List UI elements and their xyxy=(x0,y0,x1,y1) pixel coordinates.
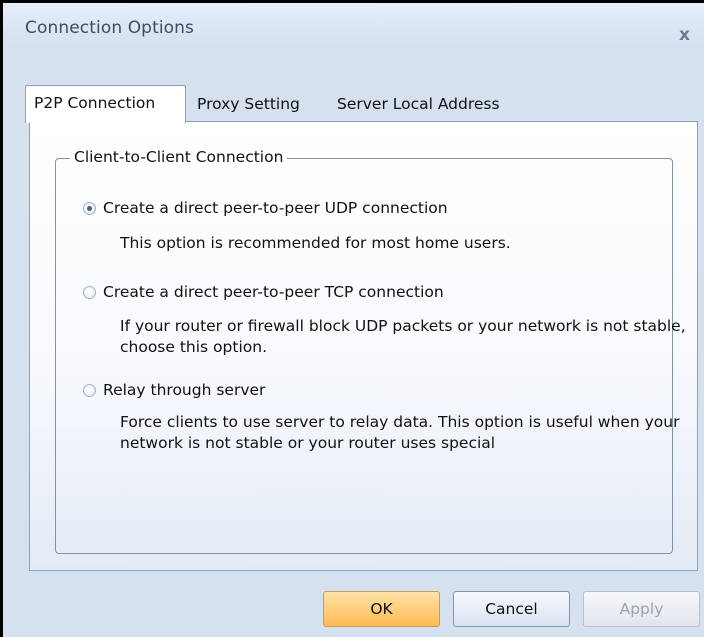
tcp-option-description: If your router or firewall block UDP pac… xyxy=(120,317,686,356)
connection-options-dialog: Connection Options x P2P Connection Prox… xyxy=(0,0,704,637)
relay-option-label[interactable]: Relay through server xyxy=(103,380,265,400)
relay-radio[interactable] xyxy=(83,384,96,397)
tab-proxy-setting[interactable]: Proxy Setting xyxy=(197,94,300,114)
ok-button[interactable]: OK xyxy=(323,591,440,627)
close-icon[interactable]: x xyxy=(679,25,690,45)
tcp-radio[interactable] xyxy=(83,286,96,299)
dialog-title: Connection Options xyxy=(25,18,194,38)
tab-p2p-connection[interactable]: P2P Connection xyxy=(25,85,186,123)
relay-option-description: Force clients to use server to relay dat… xyxy=(120,413,680,452)
cancel-button[interactable]: Cancel xyxy=(453,591,570,627)
udp-radio[interactable] xyxy=(83,202,96,215)
apply-button[interactable]: Apply xyxy=(583,591,700,627)
udp-option-description: This option is recommended for most home… xyxy=(120,234,511,252)
tab-server-local-address[interactable]: Server Local Address xyxy=(337,94,500,114)
tcp-option-label[interactable]: Create a direct peer-to-peer TCP connect… xyxy=(103,282,444,302)
groupbox-title: Client-to-Client Connection xyxy=(70,147,288,167)
udp-option-label[interactable]: Create a direct peer-to-peer UDP connect… xyxy=(103,198,448,218)
tab-panel-p2p: Client-to-Client Connection Create a dir… xyxy=(29,121,698,571)
title-bar[interactable]: Connection Options x xyxy=(3,3,704,49)
